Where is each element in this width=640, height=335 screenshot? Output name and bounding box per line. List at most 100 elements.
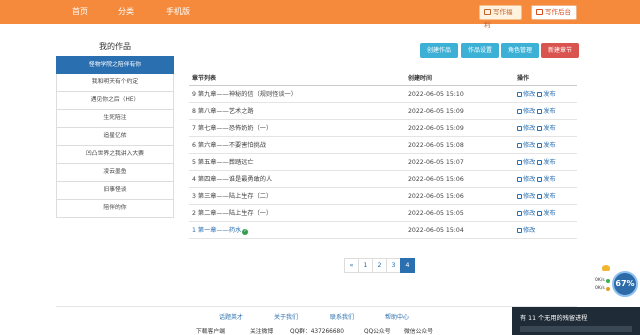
publish-label: 发布 xyxy=(543,108,556,115)
sidebar-item-work[interactable]: 遇见你之后（HE） xyxy=(56,92,174,110)
publish-label: 发布 xyxy=(543,176,556,183)
publish-link[interactable]: 发布 xyxy=(537,176,556,183)
chapter-title[interactable]: 7 第七章——恐怖奶奶（一） xyxy=(192,120,272,137)
edit-link[interactable]: 修改 xyxy=(517,125,535,132)
footer-qq-official[interactable]: QQ公众号 xyxy=(364,326,391,335)
publish-link[interactable]: 发布 xyxy=(537,159,556,166)
sidebar-item-work[interactable]: 陪伴的你 xyxy=(56,200,174,218)
edit-icon xyxy=(517,92,522,97)
publish-link[interactable]: 发布 xyxy=(537,91,556,98)
chapter-title[interactable]: 9 第九章——神秘的信（规则怪谈一） xyxy=(192,86,297,103)
upload-speed: 0K/s xyxy=(595,278,605,283)
edit-link[interactable]: 修改 xyxy=(517,227,535,234)
publish-icon xyxy=(537,194,543,199)
table-row: 1 第一章——药水 ✓ 2022-06-05 15:04 修改 xyxy=(189,222,577,239)
edit-link[interactable]: 修改 xyxy=(517,108,535,115)
publish-label: 发布 xyxy=(543,210,556,217)
speed-widget[interactable]: 0K/s 0K/s 67% xyxy=(592,265,640,305)
writing-welfare-button[interactable]: 写作福利 xyxy=(479,5,522,29)
footer-wechat-official[interactable]: 微信公众号 xyxy=(404,326,433,335)
footer-qq-group: QQ群：437266680 xyxy=(290,329,344,335)
header-chapter-list: 章节列表 xyxy=(192,75,217,82)
edit-link[interactable]: 修改 xyxy=(517,210,535,217)
publish-link[interactable]: 发布 xyxy=(537,210,556,217)
role-manage-button[interactable]: 角色管理 xyxy=(501,43,539,58)
publish-link[interactable]: 发布 xyxy=(537,142,556,149)
sidebar-item-work[interactable]: 旧事怪谈 xyxy=(56,182,174,200)
page-button-active[interactable]: 4 xyxy=(400,258,415,273)
sidebar-item-work[interactable]: 生死陪注 xyxy=(56,110,174,128)
process-notification-text: 有 11 个无用的残留进程 xyxy=(520,315,588,322)
publish-icon xyxy=(537,160,543,165)
publish-link[interactable]: 发布 xyxy=(537,125,556,132)
edit-label: 修改 xyxy=(523,176,536,183)
edit-label: 修改 xyxy=(523,125,536,132)
edit-link[interactable]: 修改 xyxy=(517,193,535,200)
footer-weibo[interactable]: 关注微博 xyxy=(250,326,273,335)
publish-link[interactable]: 发布 xyxy=(537,193,556,200)
publish-icon xyxy=(537,109,543,114)
edit-link[interactable]: 修改 xyxy=(517,176,535,183)
sidebar-item-work[interactable]: 怪物学院之陪伴有你 xyxy=(56,56,174,74)
chapter-title[interactable]: 2 第二章——陆上生存（一） xyxy=(192,205,272,222)
table-row: 2 第二章——陆上生存（一） 2022-06-05 15:05 修改 发布 xyxy=(189,205,577,222)
page-button[interactable]: 2 xyxy=(372,258,387,273)
edit-link[interactable]: 修改 xyxy=(517,159,535,166)
nav-home[interactable]: 首页 xyxy=(72,0,88,24)
chapter-title[interactable]: 1 第一章——药水 ✓ xyxy=(192,222,249,239)
edit-link[interactable]: 修改 xyxy=(517,142,535,149)
edit-icon xyxy=(517,194,522,199)
sidebar-item-work[interactable]: 凌云墨鱼 xyxy=(56,164,174,182)
chapter-title[interactable]: 4 第四章——谁是最勇敢的人 xyxy=(192,171,272,188)
edit-icon xyxy=(517,109,522,114)
table-row: 5 第五章——葬踏远亡 2022-06-05 15:07 修改 发布 xyxy=(189,154,577,171)
edit-label: 修改 xyxy=(523,210,536,217)
edit-icon xyxy=(517,211,522,216)
chapter-time: 2022-06-05 15:09 xyxy=(408,125,464,132)
chapter-operations: 修改 发布 xyxy=(517,120,556,137)
sidebar-item-work[interactable]: 凹凸世界之我讲入大赛 xyxy=(56,146,174,164)
sidebar-item-work[interactable]: 我和明天有个约定 xyxy=(56,74,174,92)
page-button[interactable]: 3 xyxy=(386,258,401,273)
published-check-icon: ✓ xyxy=(242,229,249,235)
chapter-operations: 修改 发布 xyxy=(517,86,556,103)
footer-download-client[interactable]: 下载客户端 xyxy=(196,326,225,335)
nav-category[interactable]: 分类 xyxy=(118,0,134,24)
sidebar-item-work[interactable]: 追星亿侬 xyxy=(56,128,174,146)
create-work-button[interactable]: 创建作品 xyxy=(420,43,458,58)
edit-label: 修改 xyxy=(523,108,536,115)
chapter-title[interactable]: 3 第三章——陆上生存（二） xyxy=(192,188,272,205)
new-chapter-button[interactable]: 新建章节 xyxy=(541,43,579,58)
table-header: 章节列表 创建时间 操作 xyxy=(189,71,577,86)
chapter-time: 2022-06-05 15:04 xyxy=(408,227,464,234)
memory-percent: 67% xyxy=(612,271,638,297)
writing-backend-label: 写作后台 xyxy=(545,8,571,16)
chapter-time: 2022-06-05 15:08 xyxy=(408,142,464,149)
chapter-time: 2022-06-05 15:06 xyxy=(408,176,464,183)
header-created-time: 创建时间 xyxy=(408,75,433,82)
nav-mobile[interactable]: 手机版 xyxy=(166,0,190,24)
download-dot-icon xyxy=(606,287,610,291)
prev-page-button[interactable]: « xyxy=(344,258,359,273)
pagination: « 1 2 3 4 xyxy=(344,258,415,273)
publish-label: 发布 xyxy=(543,142,556,149)
footer-link[interactable]: 话题英才 xyxy=(219,312,243,321)
footer-link[interactable]: 关于我们 xyxy=(274,312,298,321)
page-button[interactable]: 1 xyxy=(358,258,373,273)
publish-icon xyxy=(537,92,543,97)
header-operations: 操作 xyxy=(517,75,530,82)
chapter-title[interactable]: 5 第五章——葬踏远亡 xyxy=(192,154,254,171)
chapter-title-text: 1 第一章——药水 xyxy=(192,227,242,234)
publish-icon xyxy=(537,177,543,182)
chapter-title[interactable]: 8 第八章——艺术之路 xyxy=(192,103,254,120)
chapter-title[interactable]: 6 第六章——不要害怕挑战 xyxy=(192,137,266,154)
footer-link[interactable]: 帮助中心 xyxy=(385,312,409,321)
writing-backend-button[interactable]: 写作后台 xyxy=(531,5,577,20)
table-row: 6 第六章——不要害怕挑战 2022-06-05 15:08 修改 发布 xyxy=(189,137,577,154)
footer-link[interactable]: 联系我们 xyxy=(330,312,354,321)
publish-link[interactable]: 发布 xyxy=(537,108,556,115)
edit-label: 修改 xyxy=(523,227,536,234)
work-settings-button[interactable]: 作品设置 xyxy=(461,43,499,58)
edit-link[interactable]: 修改 xyxy=(517,91,535,98)
table-row: 9 第九章——神秘的信（规则怪谈一） 2022-06-05 15:10 修改 发… xyxy=(189,86,577,103)
